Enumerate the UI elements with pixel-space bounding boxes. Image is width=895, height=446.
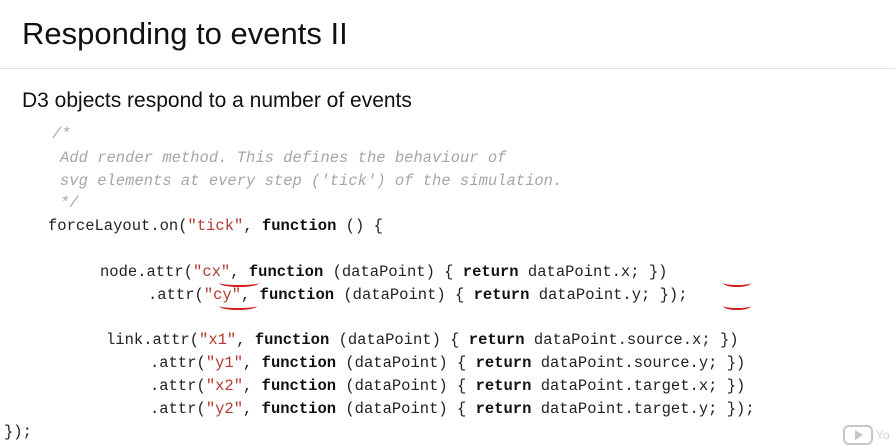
code-token: forceLayout.on( bbox=[48, 217, 188, 235]
comment-line: svg elements at every step ('tick') of t… bbox=[60, 172, 563, 190]
code-token: link.attr( bbox=[106, 331, 200, 349]
youtube-play-icon bbox=[843, 425, 873, 445]
code-string: "y1" bbox=[205, 354, 244, 372]
code-keyword: return bbox=[475, 377, 532, 395]
code-token: , bbox=[243, 377, 262, 395]
code-token: dataPoint.source.y; }) bbox=[531, 354, 746, 372]
code-token: node.attr( bbox=[100, 263, 194, 281]
comment-line: Add render method. This defines the beha… bbox=[60, 149, 507, 167]
code-line-link-attr: .attr("y2", function (dataPoint) { retur… bbox=[150, 399, 755, 419]
underline-annotation bbox=[723, 279, 751, 287]
code-string: "x1" bbox=[199, 331, 237, 349]
code-keyword: function bbox=[261, 354, 337, 372]
code-token: (dataPoint) { bbox=[334, 286, 474, 304]
slide-subtitle: D3 objects respond to a number of events bbox=[22, 89, 412, 112]
code-line-link-attr: .attr("x2", function (dataPoint) { retur… bbox=[150, 376, 745, 396]
code-token: dataPoint.source.x; }) bbox=[524, 331, 739, 349]
youtube-watermark-text: Yo bbox=[876, 428, 890, 442]
code-keyword: function bbox=[261, 217, 337, 235]
code-line-link-attr: link.attr("x1", function (dataPoint) { r… bbox=[106, 330, 739, 350]
underline-annotation bbox=[219, 302, 257, 310]
slide: Responding to events II D3 objects respo… bbox=[0, 0, 895, 446]
code-token: dataPoint.x; }) bbox=[518, 263, 668, 281]
code-keyword: function bbox=[261, 377, 337, 395]
code-keyword: return bbox=[468, 331, 525, 349]
code-token: , bbox=[236, 331, 255, 349]
code-string: "x2" bbox=[205, 377, 244, 395]
code-token: .attr( bbox=[150, 377, 206, 395]
code-token: (dataPoint) { bbox=[329, 331, 469, 349]
code-token: () { bbox=[336, 217, 383, 235]
code-keyword: return bbox=[462, 263, 519, 281]
code-keyword: return bbox=[475, 354, 532, 372]
underline-annotation bbox=[219, 279, 259, 287]
code-token: dataPoint.y; }); bbox=[529, 286, 688, 304]
code-keyword: function bbox=[248, 263, 324, 281]
code-keyword: function bbox=[259, 286, 335, 304]
code-line-node-attr: node.attr("cx", function (dataPoint) { r… bbox=[100, 262, 667, 282]
title-divider bbox=[0, 68, 895, 69]
code-token: (dataPoint) { bbox=[336, 377, 476, 395]
code-token: (dataPoint) { bbox=[336, 354, 476, 372]
code-string: "tick" bbox=[187, 217, 244, 235]
code-keyword: return bbox=[473, 286, 530, 304]
code-token: , bbox=[243, 400, 262, 418]
code-keyword: function bbox=[254, 331, 330, 349]
code-token: (dataPoint) { bbox=[336, 400, 476, 418]
code-token: , bbox=[243, 354, 262, 372]
comment-line: */ bbox=[60, 194, 79, 212]
code-token: dataPoint.target.x; }) bbox=[531, 377, 746, 395]
code-token: .attr( bbox=[148, 286, 204, 304]
code-line-closing: }); bbox=[4, 423, 32, 441]
code-keyword: return bbox=[475, 400, 532, 418]
code-keyword: function bbox=[261, 400, 337, 418]
code-line-force-layout-on: forceLayout.on("tick", function () { bbox=[48, 216, 383, 236]
comment-line: /* bbox=[52, 125, 71, 143]
code-token: .attr( bbox=[150, 400, 206, 418]
youtube-watermark[interactable]: Yo bbox=[843, 424, 895, 446]
code-token: dataPoint.target.y; }); bbox=[531, 400, 755, 418]
code-token: .attr( bbox=[150, 354, 206, 372]
code-token: , bbox=[243, 217, 262, 235]
slide-title: Responding to events II bbox=[22, 16, 348, 51]
underline-annotation bbox=[723, 302, 751, 310]
code-string: "y2" bbox=[205, 400, 244, 418]
code-line-link-attr: .attr("y1", function (dataPoint) { retur… bbox=[150, 353, 745, 373]
code-token: (dataPoint) { bbox=[323, 263, 463, 281]
